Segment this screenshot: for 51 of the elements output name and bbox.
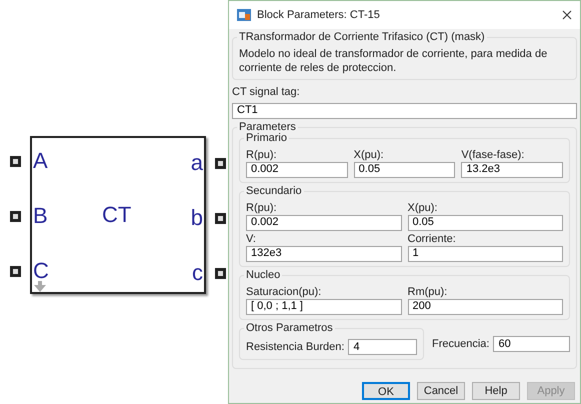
app-icon	[237, 9, 251, 21]
block-body[interactable]	[30, 136, 206, 294]
field-label: X(pu):	[354, 148, 385, 162]
mask-description: Modelo no ideal de transformador de corriente, para medida de corriente de reles de proteccion.	[239, 47, 548, 75]
group-title: Primario	[244, 130, 289, 144]
input-field[interactable]: 0.002	[246, 214, 402, 230]
port-label: c	[192, 260, 203, 286]
port-icon[interactable]	[215, 212, 226, 224]
input-field[interactable]: 1	[408, 246, 563, 262]
close-icon[interactable]	[562, 10, 572, 20]
port-icon[interactable]	[10, 210, 21, 222]
window-title: Block Parameters: CT-15	[257, 8, 381, 23]
field-label: X(pu):	[408, 200, 438, 214]
input-field[interactable]: 200	[408, 298, 563, 314]
arrow-icon	[34, 281, 46, 293]
dialog-button[interactable]: Cancel	[417, 382, 465, 400]
group-title: TRansformador de Corriente Trifasico (CT) (mask)	[237, 30, 487, 44]
field-label: V(fase-fase):	[461, 148, 526, 162]
field-label: Saturacion(pu):	[246, 284, 322, 298]
field-label: R(pu):	[246, 200, 278, 214]
field-label: Frecuencia:	[432, 336, 490, 352]
group-title: Secundario	[244, 184, 304, 198]
block-name: CT	[102, 202, 132, 228]
port-label: C	[33, 260, 49, 282]
port-label: B	[33, 205, 48, 227]
dialog-button[interactable]: Help	[472, 382, 520, 400]
port-label: b	[190, 205, 203, 231]
field-label: Rm(pu):	[408, 284, 448, 298]
input-field[interactable]: 0.05	[354, 162, 456, 178]
port-icon[interactable]	[10, 156, 21, 166]
port-icon[interactable]	[10, 266, 21, 276]
field-label: CT signal tag:	[232, 85, 301, 100]
input-field[interactable]: 0.05	[408, 214, 563, 230]
port-label: A	[33, 150, 48, 172]
input-field[interactable]: 132e3	[246, 246, 402, 262]
input-field[interactable]: CT1	[232, 102, 577, 118]
input-field[interactable]: 0.002	[246, 162, 348, 178]
dialog-button[interactable]: OK	[362, 382, 410, 400]
input-field[interactable]: 13.2e3	[461, 162, 563, 178]
field-label: V:	[246, 232, 257, 246]
field-label: Resistencia Burden:	[246, 340, 344, 354]
input-field[interactable]: [ 0,0 ; 1,1 ]	[246, 298, 402, 314]
input-field[interactable]: 60	[493, 336, 570, 352]
group-title: Otros Parametros	[244, 320, 335, 334]
group-title: Nucleo	[244, 268, 282, 282]
port-label: a	[190, 150, 203, 176]
field-label: R(pu):	[246, 148, 278, 162]
port-icon[interactable]	[215, 268, 226, 278]
input-field[interactable]: 4	[348, 338, 417, 355]
field-label: Corriente:	[408, 232, 457, 246]
port-icon[interactable]	[215, 158, 226, 168]
